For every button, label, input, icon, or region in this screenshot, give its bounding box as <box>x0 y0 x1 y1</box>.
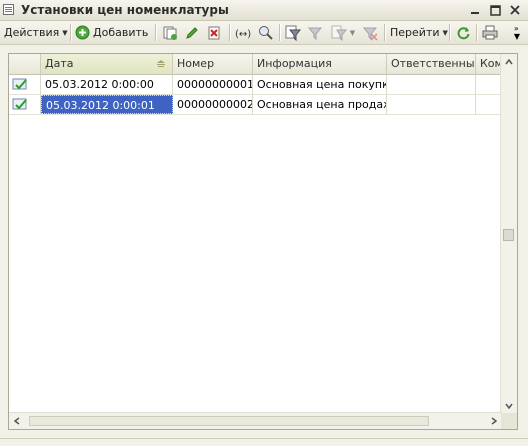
filter-by-value-button[interactable] <box>306 24 324 41</box>
delete-button[interactable] <box>205 24 223 41</box>
goto-menu-button[interactable]: Перейти ▼ <box>390 23 448 42</box>
vertical-scrollbar[interactable] <box>500 54 517 414</box>
info-cell: Основная цена покупки <box>253 75 387 94</box>
print-button[interactable] <box>481 24 499 41</box>
find-icon <box>259 25 273 40</box>
scroll-corner <box>501 413 517 429</box>
list-form-icon <box>3 4 14 15</box>
table-row[interactable]: 05.03.2012 0:00:01 00000000002 Основная … <box>9 95 501 115</box>
minimize-icon <box>471 12 479 14</box>
title-bar: Установки цен номенклатуры <box>0 0 528 21</box>
add-icon <box>75 25 90 40</box>
row-icon-cell <box>9 75 41 94</box>
scroll-right-icon[interactable] <box>486 413 502 429</box>
header-comment[interactable]: Ком <box>476 54 501 74</box>
number-cell: 00000000002 <box>173 95 253 114</box>
comment-cell <box>476 75 501 94</box>
row-icon-cell <box>9 95 41 114</box>
posted-document-icon <box>12 78 27 90</box>
sort-ascending-icon <box>157 60 165 67</box>
refresh-icon <box>457 27 469 40</box>
table-header: Дата Номер Информация Ответственный Ком <box>9 54 501 75</box>
date-cell: 05.03.2012 0:00:00 <box>41 75 173 94</box>
copy-icon <box>163 26 177 40</box>
actions-menu-button[interactable]: Действия ▼ <box>4 23 68 42</box>
header-info[interactable]: Информация <box>253 54 387 74</box>
chevron-down-icon: ▼ <box>442 28 448 37</box>
refresh-button[interactable] <box>454 24 472 41</box>
comment-cell <box>476 95 501 114</box>
edit-button[interactable] <box>183 24 201 41</box>
chevron-down-icon: ▼ <box>349 28 356 37</box>
more-button[interactable]: » ▼ <box>510 24 524 41</box>
filter-off-icon <box>362 27 378 41</box>
info-cell: Основная цена продажи <box>253 95 387 114</box>
maximize-icon <box>489 4 501 16</box>
close-button[interactable] <box>507 2 523 18</box>
add-label: Добавить <box>93 26 149 39</box>
date-cell-selected: 05.03.2012 0:00:01 <box>41 95 173 114</box>
chevron-down-icon: ▼ <box>62 28 68 37</box>
toolbar: Действия ▼ Добавить (↔) ▼ Перейти ▼ » ▼ <box>0 21 528 45</box>
filter-list-button[interactable]: ▼ <box>330 24 356 41</box>
horizontal-scroll-thumb[interactable] <box>29 416 429 426</box>
header-date[interactable]: Дата <box>41 54 173 74</box>
responsible-cell <box>387 75 476 94</box>
header-icon-column[interactable] <box>9 54 41 74</box>
interval-button[interactable]: (↔) <box>234 24 252 41</box>
scroll-left-icon[interactable] <box>9 413 25 429</box>
delete-icon <box>208 26 220 39</box>
posted-document-icon <box>12 98 27 110</box>
header-responsible[interactable]: Ответственный <box>387 54 476 74</box>
filter-button[interactable] <box>284 24 302 41</box>
number-cell: 00000000001 <box>173 75 253 94</box>
filter-off-button[interactable] <box>361 24 379 41</box>
more-icon: » ▼ <box>513 23 521 41</box>
documents-table[interactable]: Дата Номер Информация Ответственный Ком … <box>8 53 518 430</box>
minimize-button[interactable] <box>467 2 483 18</box>
filter-list-icon <box>331 25 347 41</box>
vertical-scroll-thumb[interactable] <box>503 229 514 241</box>
responsible-cell <box>387 95 476 114</box>
add-button[interactable]: Добавить <box>75 23 148 42</box>
maximize-button[interactable] <box>487 2 503 18</box>
copy-button[interactable] <box>161 24 179 41</box>
scroll-up-icon[interactable] <box>501 54 517 70</box>
edit-icon <box>186 26 198 39</box>
window-title: Установки цен номенклатуры <box>21 3 229 17</box>
horizontal-scrollbar[interactable] <box>9 412 502 429</box>
svg-text:(↔): (↔) <box>235 29 251 39</box>
goto-label: Перейти <box>390 26 440 39</box>
print-icon <box>482 25 498 40</box>
interval-icon: (↔) <box>235 29 251 39</box>
filter-icon <box>285 25 301 41</box>
filter-value-icon <box>307 27 323 40</box>
actions-label: Действия <box>4 26 60 39</box>
find-button[interactable] <box>257 24 275 41</box>
scroll-down-icon[interactable] <box>501 398 517 414</box>
close-icon <box>510 5 520 15</box>
header-number[interactable]: Номер <box>173 54 253 74</box>
table-row[interactable]: 05.03.2012 0:00:00 00000000001 Основная … <box>9 75 501 95</box>
